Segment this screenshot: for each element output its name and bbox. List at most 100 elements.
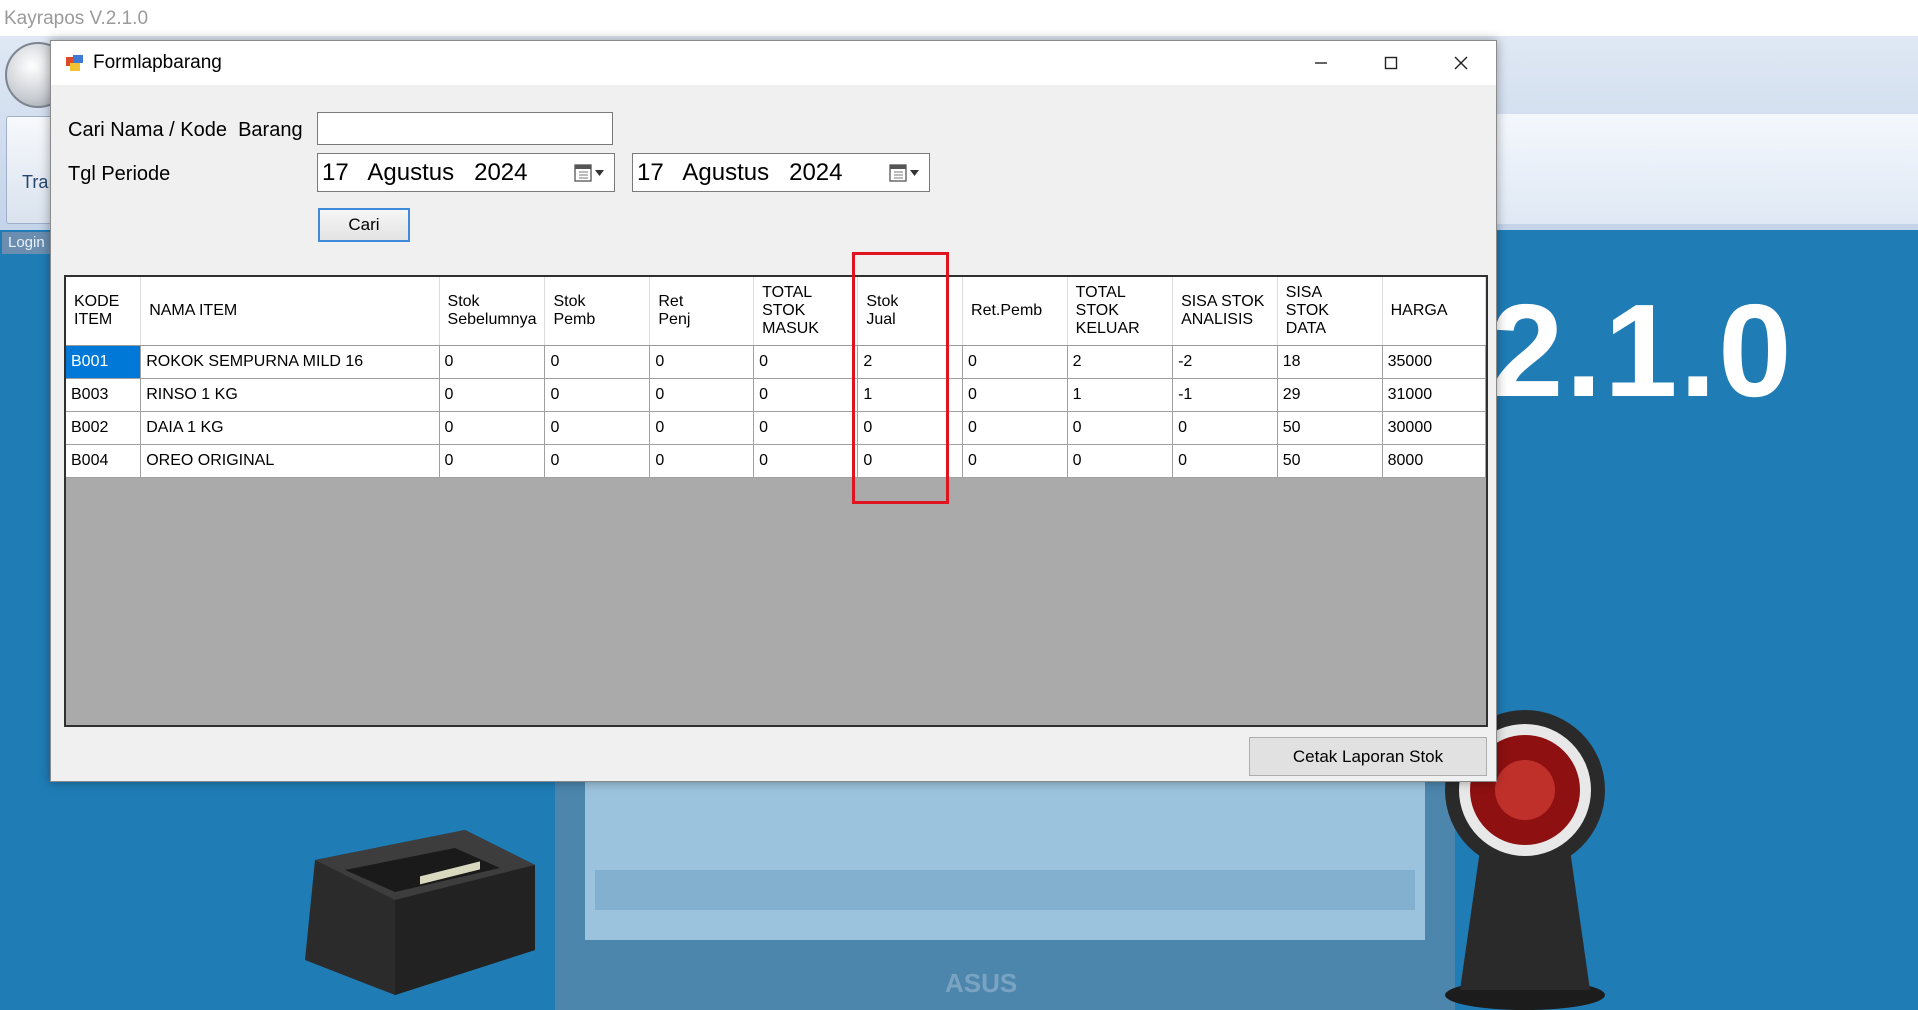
login-tab[interactable]: Login — [2, 232, 52, 254]
column-header-line: NAMA ITEM — [149, 302, 238, 319]
calendar-icon[interactable] — [889, 163, 921, 183]
table-cell[interactable]: ROKOK SEMPURNA MILD 16 — [140, 345, 440, 379]
column-header-line: ANALISIS — [1181, 311, 1254, 328]
table-cell[interactable]: DAIA 1 KG — [140, 411, 440, 445]
column-header-line: TOTAL — [1075, 284, 1126, 301]
table-cell[interactable]: 50 — [1277, 411, 1383, 445]
table-cell[interactable]: 0 — [649, 411, 755, 445]
column-header[interactable]: TOTAL STOK MASUK — [753, 277, 859, 346]
table-row[interactable]: B002 DAIA 1 KG 0 0 0 0 0 0 0 0 50 30000 — [66, 411, 1486, 445]
date-to-picker[interactable]: 17 Agustus 2024 — [632, 153, 930, 192]
table-cell[interactable]: 29 — [1277, 378, 1383, 412]
table-cell[interactable]: 30000 — [1382, 411, 1486, 445]
table-header-row: KODE ITEM NAMA ITEM Stok Sebelumnya Stok Pemb R… — [66, 277, 1486, 346]
table-cell[interactable]: 0 — [439, 411, 546, 445]
table-cell[interactable]: 0 — [544, 444, 651, 478]
column-header-line: SISA STOK — [1181, 293, 1265, 310]
table-cell[interactable]: 1 — [857, 378, 964, 412]
column-header[interactable]: TOTAL STOK KELUAR — [1067, 277, 1174, 346]
svg-text:ASUS: ASUS — [945, 968, 1017, 998]
table-cell[interactable]: B001 — [66, 345, 142, 379]
table-cell[interactable]: 0 — [962, 345, 1068, 379]
table-row[interactable]: B004 OREO ORIGINAL 0 0 0 0 0 0 0 0 50 8000 — [66, 444, 1486, 478]
table-cell[interactable]: 0 — [439, 345, 546, 379]
app-title: Kayrapos V.2.1.0 — [0, 0, 1918, 38]
table-cell[interactable]: B002 — [66, 411, 142, 445]
column-header-line: Ret — [658, 293, 684, 310]
table-cell[interactable]: 0 — [649, 444, 755, 478]
table-cell[interactable]: 0 — [1172, 411, 1278, 445]
column-header-line: Jual — [866, 311, 896, 328]
table-cell[interactable]: 18 — [1277, 345, 1383, 379]
maximize-button[interactable] — [1356, 41, 1426, 85]
table-cell[interactable]: 50 — [1277, 444, 1383, 478]
column-header[interactable]: Ret.Pemb — [962, 277, 1068, 346]
ribbon-panel — [1490, 114, 1918, 224]
column-header-line: STOK — [1075, 302, 1119, 319]
table-cell[interactable]: 0 — [1067, 411, 1174, 445]
table-row[interactable]: B001 ROKOK SEMPURNA MILD 16 0 0 0 0 2 0 2 -2 18 350… — [66, 345, 1486, 379]
table-cell[interactable]: 0 — [857, 411, 964, 445]
table-cell[interactable]: 0 — [753, 345, 859, 379]
table-cell[interactable]: 0 — [753, 411, 859, 445]
column-header-line: Ret.Pemb — [971, 302, 1043, 319]
table-cell[interactable]: 2 — [1067, 345, 1174, 379]
column-header[interactable]: Stok Sebelumnya — [439, 277, 546, 346]
stock-grid[interactable]: KODE ITEM NAMA ITEM Stok Sebelumnya Stok Pemb R… — [64, 275, 1488, 727]
table-cell[interactable]: 0 — [857, 444, 964, 478]
cetak-laporan-stok-button[interactable]: Cetak Laporan Stok — [1249, 737, 1487, 776]
column-header[interactable]: SISA STOK ANALISIS — [1172, 277, 1278, 346]
search-input[interactable] — [317, 112, 613, 145]
table-cell[interactable]: 0 — [544, 411, 651, 445]
table-row[interactable]: B003 RINSO 1 KG 0 0 0 0 1 0 1 -1 29 31000 — [66, 378, 1486, 412]
column-header[interactable]: Ret Penj — [649, 277, 755, 346]
table-cell[interactable]: 0 — [649, 345, 755, 379]
table-cell[interactable]: 0 — [962, 444, 1068, 478]
table-cell[interactable]: 0 — [1172, 444, 1278, 478]
table-cell[interactable]: 35000 — [1382, 345, 1486, 379]
minimize-button[interactable] — [1286, 41, 1356, 85]
table-cell[interactable]: 0 — [544, 378, 651, 412]
column-header[interactable]: Stok Jual — [857, 277, 964, 346]
date-from-value: 17 Agustus 2024 — [322, 159, 528, 186]
table-cell[interactable]: 0 — [962, 411, 1068, 445]
laptop-image: ASUS — [555, 770, 1455, 1010]
column-header-line: MASUK — [762, 320, 819, 337]
calendar-icon[interactable] — [574, 163, 606, 183]
table-cell[interactable]: 0 — [1067, 444, 1174, 478]
table-cell[interactable]: 0 — [439, 378, 546, 412]
table-cell[interactable]: 0 — [544, 345, 651, 379]
table-cell[interactable]: 8000 — [1382, 444, 1486, 478]
column-header[interactable]: SISA STOK DATA — [1277, 277, 1383, 346]
table-cell[interactable]: 31000 — [1382, 378, 1486, 412]
table-cell[interactable]: -1 — [1172, 378, 1278, 412]
column-header-line: STOK — [1285, 302, 1329, 319]
column-header[interactable]: NAMA ITEM — [140, 277, 440, 346]
table-cell[interactable]: 2 — [857, 345, 964, 379]
table-cell[interactable]: OREO ORIGINAL — [140, 444, 440, 478]
table-cell[interactable]: RINSO 1 KG — [140, 378, 440, 412]
dialog-title: Formlapbarang — [93, 52, 222, 73]
column-header-line: KELUAR — [1075, 320, 1140, 337]
close-button[interactable] — [1426, 41, 1496, 85]
search-label: Cari Nama / Kode Barang — [68, 119, 303, 141]
dialog-titlebar[interactable]: Formlapbarang — [51, 41, 1496, 85]
column-header-line: TOTAL — [762, 284, 813, 301]
table-cell[interactable]: 0 — [649, 378, 755, 412]
table-cell[interactable]: 0 — [439, 444, 546, 478]
table-cell[interactable]: 0 — [753, 444, 859, 478]
column-header[interactable]: HARGA — [1382, 277, 1486, 346]
column-header[interactable]: KODE ITEM — [66, 277, 142, 346]
column-header-line: Stok — [553, 293, 586, 310]
table-cell[interactable]: B004 — [66, 444, 142, 478]
stock-table: KODE ITEM NAMA ITEM Stok Sebelumnya Stok Pemb R… — [66, 277, 1486, 478]
table-cell[interactable]: 1 — [1067, 378, 1174, 412]
table-cell[interactable]: -2 — [1172, 345, 1278, 379]
column-header[interactable]: Stok Pemb — [544, 277, 651, 346]
date-from-picker[interactable]: 17 Agustus 2024 — [317, 153, 615, 192]
table-cell[interactable]: 0 — [962, 378, 1068, 412]
cari-button[interactable]: Cari — [318, 208, 410, 242]
table-cell[interactable]: 0 — [753, 378, 859, 412]
table-cell[interactable]: B003 — [66, 378, 142, 412]
column-header-line: Pemb — [553, 311, 596, 328]
